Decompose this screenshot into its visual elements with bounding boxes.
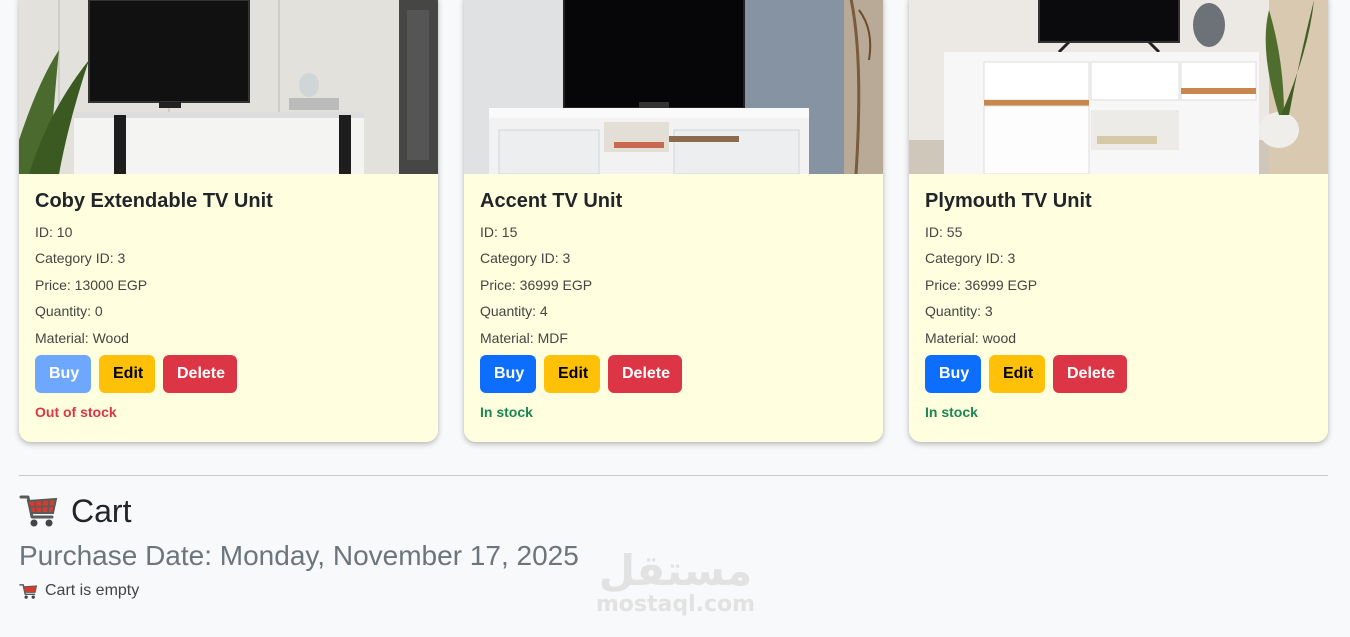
- product-id: ID: 10: [35, 223, 73, 240]
- product-category: Category ID: 3: [35, 250, 126, 267]
- stock-status: Out of stock: [35, 403, 117, 420]
- edit-button[interactable]: Edit: [989, 354, 1045, 393]
- edit-button[interactable]: Edit: [544, 354, 600, 393]
- product-quantity: Quantity: 4: [480, 303, 548, 320]
- cart-empty-text: Cart is empty: [45, 582, 140, 599]
- product-details: Coby Extendable TV Unit ID: 10 Category …: [35, 189, 422, 420]
- watermark-arabic: مستقل: [598, 546, 753, 595]
- buy-button[interactable]: Buy: [35, 354, 91, 393]
- delete-button[interactable]: Delete: [1053, 354, 1127, 393]
- product-quantity: Quantity: 0: [35, 303, 103, 320]
- product-price: Price: 13000 EGP: [35, 276, 148, 293]
- stock-status: In stock: [480, 403, 533, 420]
- buy-button[interactable]: Buy: [480, 354, 536, 393]
- product-name: Accent TV Unit: [480, 190, 623, 212]
- product-material: Material: wood: [925, 329, 1017, 346]
- product-id: ID: 55: [925, 223, 963, 240]
- product-card: Accent TV Unit ID: 15 Category ID: 3 Pri…: [464, 0, 883, 442]
- product-grid: Coby Extendable TV Unit ID: 10 Category …: [19, 0, 1328, 442]
- product-price: Price: 36999 EGP: [480, 276, 593, 293]
- product-card: Plymouth TV Unit ID: 55 Category ID: 3 P…: [909, 0, 1328, 442]
- product-details: Plymouth TV Unit ID: 55 Category ID: 3 P…: [925, 189, 1312, 420]
- section-divider: [19, 475, 1328, 476]
- product-material: Material: Wood: [35, 329, 129, 346]
- product-actions: Buy Edit Delete: [35, 354, 422, 393]
- shopping-cart-icon: [19, 583, 38, 599]
- cart-title: Cart: [71, 493, 132, 529]
- product-id: ID: 15: [480, 223, 518, 240]
- edit-button[interactable]: Edit: [99, 354, 155, 393]
- cart-heading: Cart: [19, 492, 131, 530]
- purchase-date: Purchase Date: Monday, November 17, 2025: [19, 540, 579, 571]
- product-price: Price: 36999 EGP: [925, 276, 1038, 293]
- delete-button[interactable]: Delete: [608, 354, 682, 393]
- stock-status: In stock: [925, 403, 978, 420]
- product-card: Coby Extendable TV Unit ID: 10 Category …: [19, 0, 438, 442]
- delete-button[interactable]: Delete: [163, 354, 237, 393]
- product-material: Material: MDF: [480, 329, 568, 346]
- product-image: [19, 0, 438, 174]
- shopping-cart-icon: [19, 495, 58, 527]
- product-name: Coby Extendable TV Unit: [35, 190, 273, 212]
- product-details: Accent TV Unit ID: 15 Category ID: 3 Pri…: [480, 189, 867, 420]
- cart-empty-message: Cart is empty: [19, 582, 139, 600]
- watermark-latin: mostaql.com: [595, 592, 756, 617]
- product-name: Plymouth TV Unit: [925, 190, 1092, 212]
- product-actions: Buy Edit Delete: [925, 354, 1312, 393]
- buy-button[interactable]: Buy: [925, 354, 981, 393]
- product-actions: Buy Edit Delete: [480, 354, 867, 393]
- product-image: [464, 0, 883, 174]
- product-image: [909, 0, 1328, 174]
- product-quantity: Quantity: 3: [925, 303, 993, 320]
- product-category: Category ID: 3: [480, 250, 571, 267]
- product-category: Category ID: 3: [925, 250, 1016, 267]
- watermark-logo: مستقل mostaql.com: [593, 545, 758, 617]
